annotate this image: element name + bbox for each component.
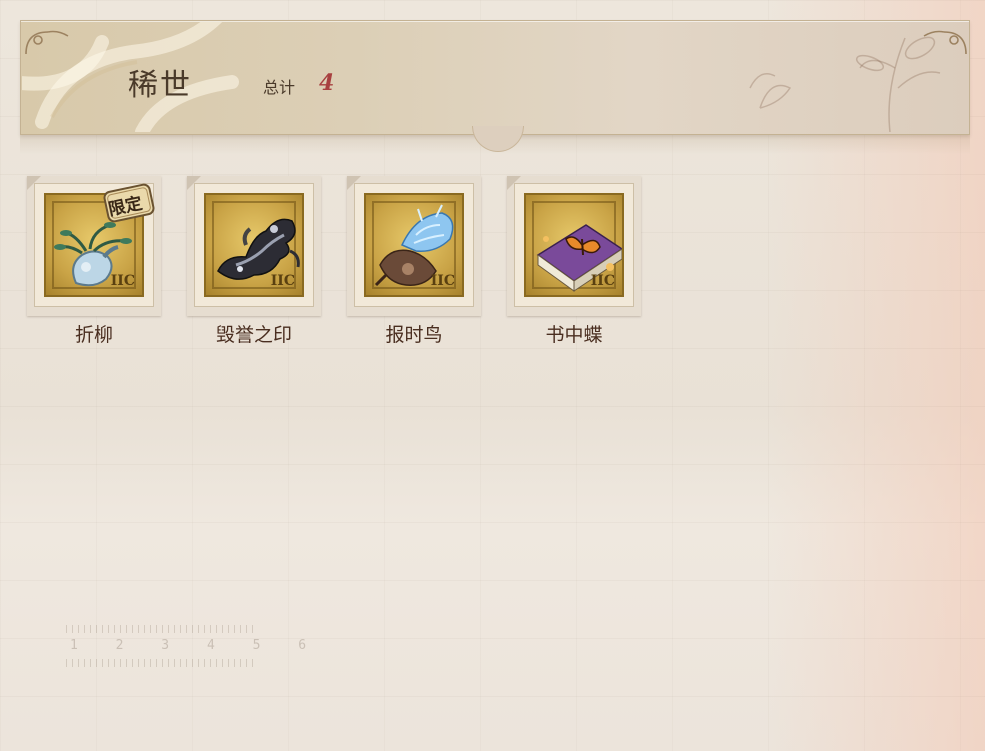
stamp-face: IIC [204, 193, 304, 297]
stamp-denomination: IIC [430, 273, 455, 289]
category-title: 稀世 [128, 68, 192, 103]
item-card-3[interactable]: IIC [347, 176, 481, 316]
stamp-denomination: IIC [590, 273, 615, 289]
corner-ornament-icon [923, 30, 967, 55]
stamp: IIC [354, 183, 474, 307]
total-label: 总计 [263, 78, 296, 97]
item-card-2[interactable]: IIC [187, 176, 321, 316]
stamp: IIC [194, 183, 314, 307]
stamp: IIC [514, 183, 634, 307]
total-count: 4 [319, 70, 335, 96]
item-name: 书中蝶 [545, 324, 603, 346]
corner-ornament-icon [25, 30, 69, 55]
stamp-face: IIC [364, 193, 464, 297]
stamp-denomination: IIC [110, 273, 135, 289]
ruler-digits: 1 2 3 4 5 6 [70, 638, 322, 653]
stamp-denomination: IIC [270, 273, 295, 289]
item-name: 毁誉之印 [215, 324, 292, 346]
item-name: 报时鸟 [385, 324, 443, 346]
item-card-4[interactable]: IIC [507, 176, 641, 316]
item-name: 折柳 [74, 324, 113, 346]
stamp-face: IIC [524, 193, 624, 297]
